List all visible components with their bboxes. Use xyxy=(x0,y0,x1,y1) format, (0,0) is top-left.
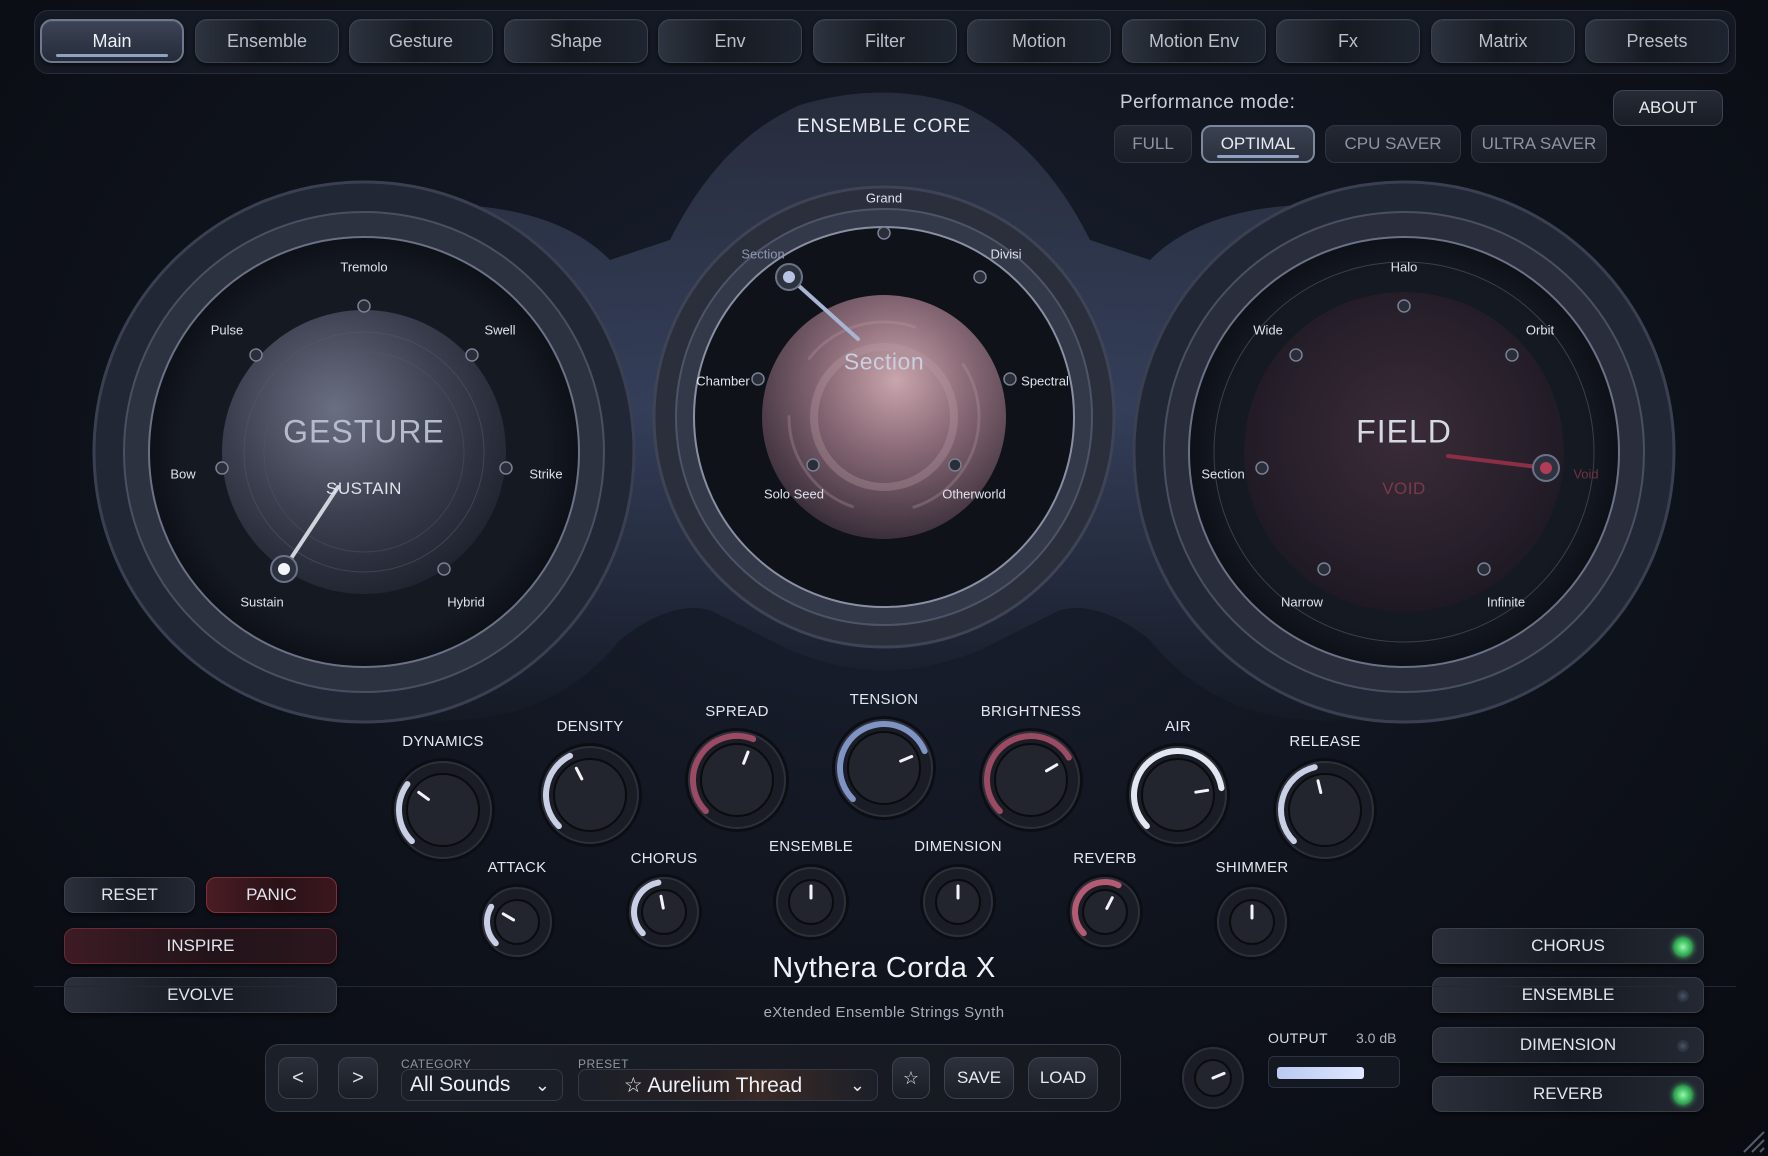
divider xyxy=(34,986,1736,987)
knob-chorus-cap xyxy=(641,889,687,935)
fx-toggle-label: CHORUS xyxy=(1531,936,1605,955)
knob-label-air: AIR xyxy=(1165,718,1191,735)
evolve-button[interactable]: EVOLVE xyxy=(64,977,337,1013)
reset-button[interactable]: RESET xyxy=(64,877,195,913)
fx-toggle-reverb[interactable]: REVERB xyxy=(1432,1076,1704,1112)
synth-subtitle: eXtended Ensemble Strings Synth xyxy=(763,1004,1005,1021)
knob-brightness-cap xyxy=(994,743,1068,817)
chevron-down-icon: ⌄ xyxy=(534,1075,550,1095)
fx-toggle-dimension[interactable]: DIMENSION xyxy=(1432,1027,1704,1063)
knob-spread-cap xyxy=(700,743,774,817)
knob-label-release: RELEASE xyxy=(1289,733,1361,750)
knob-attack-cap xyxy=(494,899,540,945)
resize-grip-icon[interactable] xyxy=(1740,1128,1766,1154)
prev-preset-button[interactable]: < xyxy=(278,1057,318,1099)
chevron-down-icon: ⌄ xyxy=(849,1075,865,1095)
knob-label-tension: TENSION xyxy=(849,691,919,708)
knob-reverb-cap xyxy=(1082,889,1128,935)
knob-air-pointer xyxy=(1194,788,1210,794)
fx-toggle-chorus[interactable]: CHORUS xyxy=(1432,928,1704,964)
output-meter xyxy=(1268,1056,1400,1088)
next-preset-button[interactable]: > xyxy=(338,1057,378,1099)
category-dropdown[interactable]: All Sounds ⌄ xyxy=(401,1069,563,1101)
load-button[interactable]: LOAD xyxy=(1028,1057,1098,1099)
synth-title: Nythera Corda X xyxy=(772,952,996,984)
knob-label-spread: SPREAD xyxy=(705,703,769,720)
led-indicator-icon xyxy=(1673,1085,1693,1105)
led-indicator-icon xyxy=(1673,937,1693,957)
knob-label-reverb: REVERB xyxy=(1073,850,1137,867)
knob-release-cap xyxy=(1288,773,1362,847)
output-meter-fill xyxy=(1277,1067,1364,1079)
panic-button[interactable]: PANIC xyxy=(206,877,337,913)
knob-label-dimension: DIMENSION xyxy=(914,838,1002,855)
led-indicator-icon xyxy=(1677,1040,1689,1052)
fx-toggle-label: DIMENSION xyxy=(1519,1035,1617,1054)
knob-air-cap xyxy=(1141,758,1215,832)
output-db-readout: 3.0 dB xyxy=(1356,1030,1397,1046)
knob-label-attack: ATTACK xyxy=(487,859,547,876)
category-value: All Sounds xyxy=(410,1073,511,1096)
knob-label-dynamics: DYNAMICS xyxy=(402,733,484,750)
save-button[interactable]: SAVE xyxy=(944,1057,1014,1099)
fx-toggle-label: ENSEMBLE xyxy=(1521,985,1615,1004)
knob-density-cap xyxy=(553,758,627,832)
fx-toggle-label: REVERB xyxy=(1533,1084,1603,1103)
favorite-star-icon[interactable]: ☆ xyxy=(892,1057,930,1099)
output-label: OUTPUT xyxy=(1268,1030,1328,1046)
inspire-button[interactable]: INSPIRE xyxy=(64,928,337,964)
knob-dynamics-cap xyxy=(406,773,480,847)
knob-label-shimmer: SHIMMER xyxy=(1215,859,1289,876)
knob-label-ensemble: ENSEMBLE xyxy=(768,838,854,855)
preset-value: ☆ Aurelium Thread xyxy=(623,1073,803,1097)
knob-label-chorus: CHORUS xyxy=(630,850,698,867)
knob-label-density: DENSITY xyxy=(556,718,624,735)
fx-toggle-ensemble[interactable]: ENSEMBLE xyxy=(1432,977,1704,1013)
knob-tension-cap xyxy=(847,731,921,805)
knob-label-brightness: BRIGHTNESS xyxy=(980,703,1082,720)
preset-dropdown[interactable]: ☆ Aurelium Thread ⌄ xyxy=(578,1069,878,1101)
led-indicator-icon xyxy=(1677,990,1689,1002)
